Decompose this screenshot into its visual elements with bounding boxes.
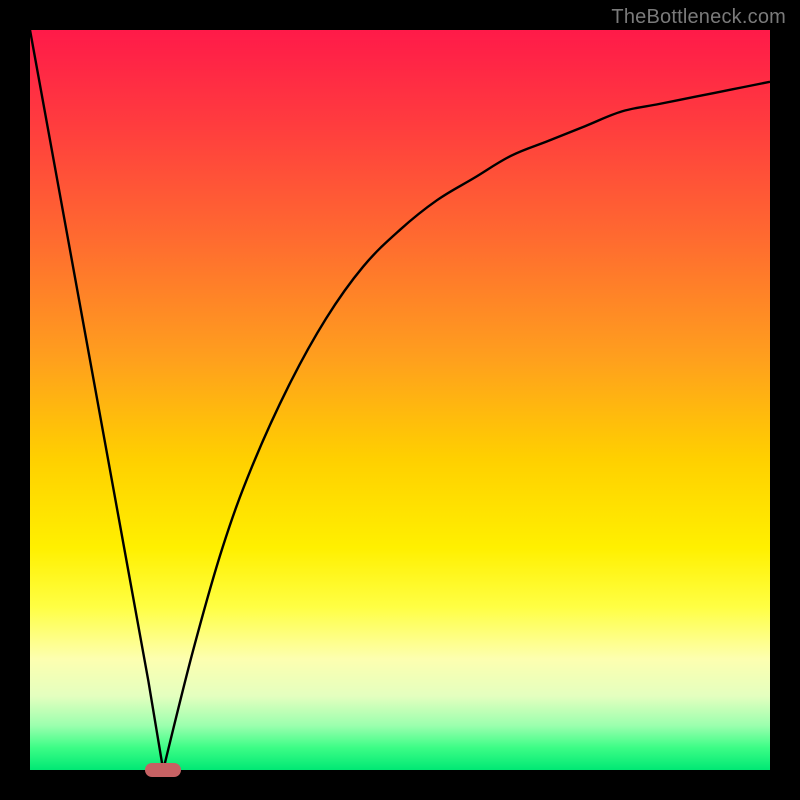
- optimal-point-marker: [145, 763, 181, 777]
- curve-right-branch: [163, 82, 770, 770]
- chart-frame: TheBottleneck.com: [0, 0, 800, 800]
- curve-left-branch: [30, 30, 163, 770]
- bottleneck-curve: [30, 30, 770, 770]
- watermark-text: TheBottleneck.com: [611, 6, 786, 29]
- plot-area: [30, 30, 770, 770]
